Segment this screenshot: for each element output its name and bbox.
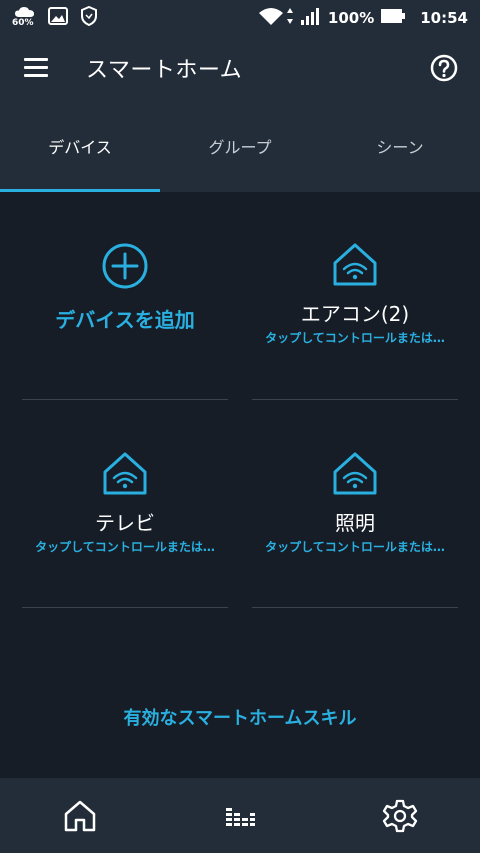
status-left: 60% [12, 5, 98, 30]
divider [252, 399, 458, 400]
device-name: テレビ [95, 511, 155, 535]
smart-home-skills-link[interactable]: 有効なスマートホームスキル [0, 704, 480, 730]
device-tile-tv[interactable]: テレビ タップしてコントロールまたは… [22, 451, 228, 555]
divider [252, 607, 458, 608]
divider [22, 399, 228, 400]
add-device-button[interactable]: デバイスを追加 [22, 242, 228, 333]
device-subtitle: タップしてコントロールまたは… [265, 331, 445, 345]
smart-home-icon [333, 243, 377, 286]
gallery-icon [48, 7, 68, 29]
wifi-icon [258, 6, 284, 30]
plus-circle-icon [102, 243, 148, 289]
clock: 10:54 [420, 9, 468, 27]
add-device-label: デバイスを追加 [55, 308, 195, 332]
device-tile-lights[interactable]: 照明 タップしてコントロールまたは… [252, 451, 458, 555]
tab-scenes[interactable]: シーン [320, 100, 480, 192]
page-title: スマートホーム [86, 58, 243, 83]
nav-settings-button[interactable] [382, 798, 418, 834]
equalizer-icon [226, 808, 255, 826]
smart-home-icon [333, 452, 377, 495]
bottom-nav [0, 778, 480, 853]
battery-icon [380, 8, 406, 28]
device-name: 照明 [335, 511, 375, 535]
app-bar: スマートホーム [0, 34, 480, 100]
settings-gear-icon [382, 799, 418, 833]
smart-home-icon [103, 452, 147, 495]
battery-percent: 100% [327, 9, 375, 27]
menu-button[interactable] [20, 54, 54, 82]
device-subtitle: タップしてコントロールまたは… [265, 540, 445, 554]
device-subtitle: タップしてコントロールまたは… [35, 540, 215, 554]
tab-bar: デバイス グループ シーン [0, 100, 480, 192]
help-icon [430, 54, 458, 82]
shield-icon [80, 5, 98, 30]
weather-percent: 60% [12, 18, 34, 28]
nav-home-button[interactable] [62, 798, 98, 834]
help-button[interactable] [430, 54, 458, 82]
weather-icon: 60% [12, 6, 38, 30]
device-grid: デバイスを追加 エアコン(2) タップしてコントロールまたは… テレビ タップし… [0, 192, 480, 778]
device-tile-aircon[interactable]: エアコン(2) タップしてコントロールまたは… [252, 242, 458, 346]
data-arrows-icon [286, 6, 294, 30]
signal-icon [300, 6, 322, 30]
tab-groups[interactable]: グループ [160, 100, 320, 192]
device-name: エアコン(2) [300, 302, 410, 326]
status-bar: 60% 100% 10:54 [0, 0, 480, 34]
nav-activity-button[interactable] [222, 798, 258, 834]
home-icon [64, 800, 96, 832]
tab-devices[interactable]: デバイス [0, 100, 160, 192]
divider [22, 607, 228, 608]
status-right: 100% 10:54 [258, 6, 468, 30]
